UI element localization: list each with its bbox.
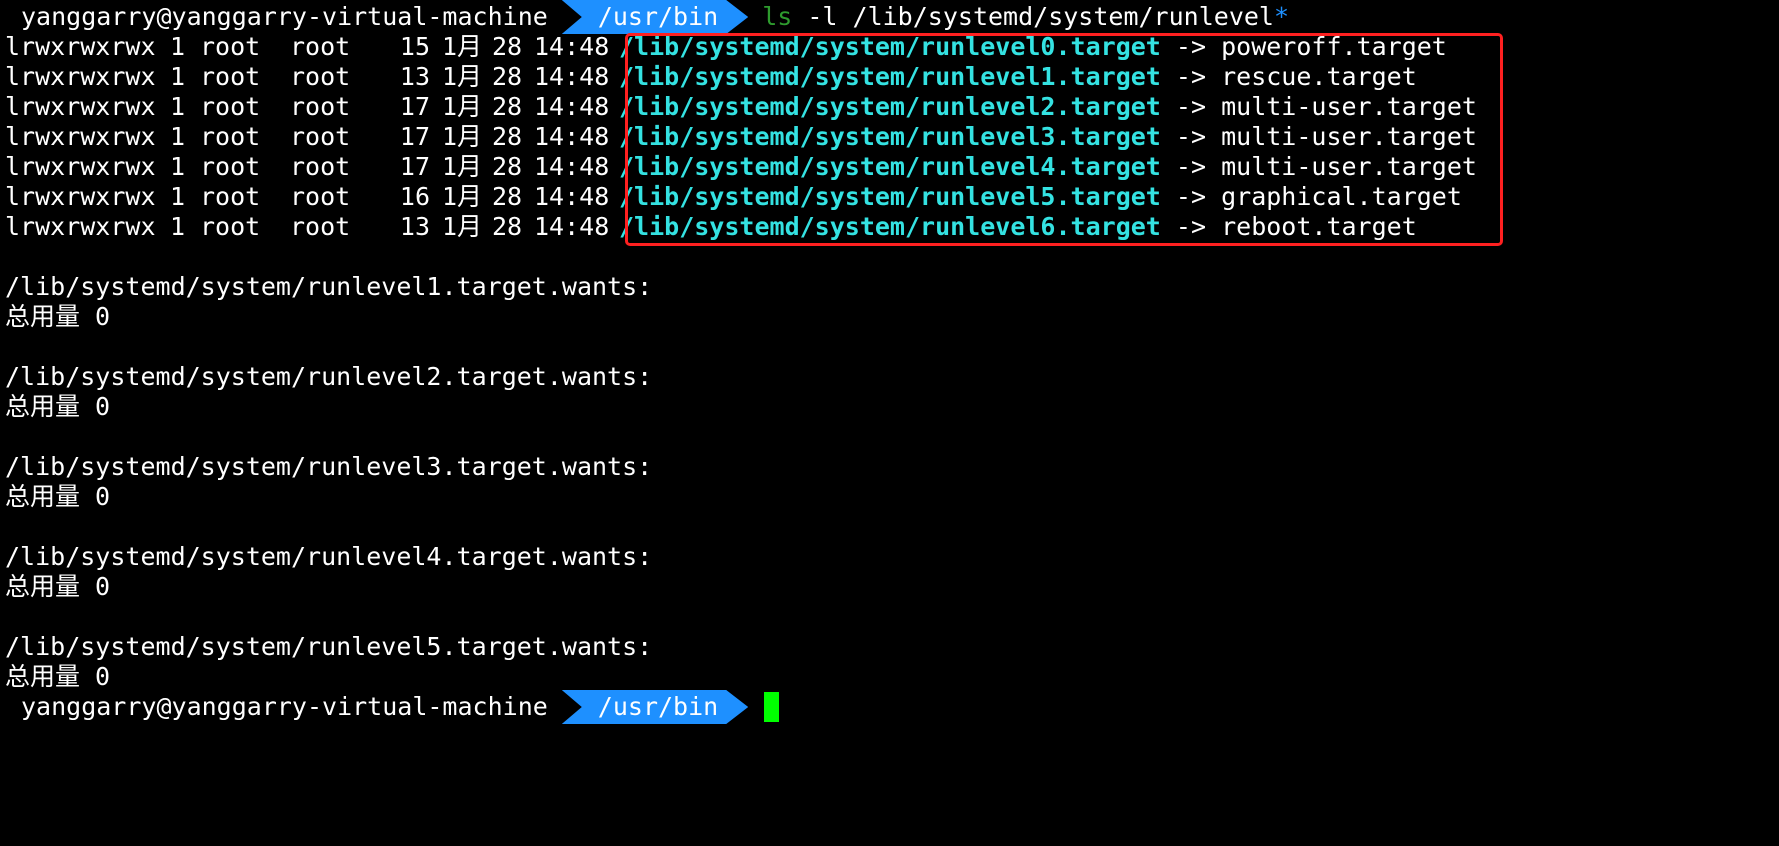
wants-dir-header: /lib/systemd/system/runlevel1.target.wan… bbox=[5, 272, 653, 301]
wants-dir-total: 总用量 0 bbox=[5, 572, 111, 601]
listing-field: 14:48 bbox=[534, 92, 610, 121]
listing-field: root bbox=[200, 122, 261, 151]
listing-field: 14:48 bbox=[534, 32, 610, 61]
listing-field: root bbox=[290, 212, 351, 241]
listing-field: 1月 bbox=[442, 182, 483, 211]
listing-field: 13 bbox=[399, 212, 430, 241]
wants-dir-total: 总用量 0 bbox=[5, 302, 111, 331]
listing-field: root bbox=[290, 122, 351, 151]
listing-field: 14:48 bbox=[534, 182, 610, 211]
wants-dir-total: 总用量 0 bbox=[5, 662, 111, 691]
listing-field: 14:48 bbox=[534, 62, 610, 91]
listing-field: root bbox=[200, 212, 261, 241]
listing-field: 1月 bbox=[442, 212, 483, 241]
listing-field: lrwxrwxrwx bbox=[5, 182, 156, 211]
listing-field: 1月 bbox=[442, 152, 483, 181]
listing-field: 17 bbox=[399, 92, 430, 121]
prompt-user-host: yanggarry@yanggarry-virtual-machine bbox=[21, 692, 548, 721]
listing-field: 14:48 bbox=[534, 212, 610, 241]
listing-field: 28 bbox=[492, 62, 523, 91]
listing-field: 17 bbox=[399, 122, 430, 151]
listing-field: root bbox=[200, 92, 261, 121]
listing-field: 15 bbox=[399, 32, 430, 61]
command-args: -l /lib/systemd/system/runlevel bbox=[792, 2, 1274, 31]
listing-field: root bbox=[290, 152, 351, 181]
terminal-cursor[interactable] bbox=[764, 692, 780, 722]
prompt-cwd-segment: /usr/bin bbox=[562, 690, 748, 724]
wants-dir-total: 总用量 0 bbox=[5, 392, 111, 421]
listing-field: 1月 bbox=[442, 122, 483, 151]
listing-field: 1 bbox=[170, 62, 186, 91]
listing-field: root bbox=[200, 182, 261, 211]
listing-field: root bbox=[200, 62, 261, 91]
prompt-line[interactable]: yanggarry@yanggarry-virtual-machine /usr… bbox=[0, 690, 780, 724]
listing-field: 1 bbox=[170, 32, 186, 61]
prompt-cwd-segment: /usr/bin bbox=[562, 0, 748, 34]
listing-field: lrwxrwxrwx bbox=[5, 92, 156, 121]
command-text: ls -l /lib/systemd/system/runlevel* bbox=[762, 0, 1289, 34]
command-program: ls bbox=[762, 2, 793, 31]
terminal-window[interactable]: { "prompt": { "user_host": "yanggarry@ya… bbox=[0, 0, 1779, 846]
listing-field: 1月 bbox=[442, 92, 483, 121]
listing-field: lrwxrwxrwx bbox=[5, 122, 156, 151]
listing-field: 1 bbox=[170, 122, 186, 151]
wants-dir-header: /lib/systemd/system/runlevel5.target.wan… bbox=[5, 632, 653, 661]
listing-field: 1 bbox=[170, 92, 186, 121]
listing-field: 1月 bbox=[442, 32, 483, 61]
listing-field: 1 bbox=[170, 152, 186, 181]
wants-dir-header: /lib/systemd/system/runlevel3.target.wan… bbox=[5, 452, 653, 481]
listing-field: 28 bbox=[492, 122, 523, 151]
listing-field: 28 bbox=[492, 182, 523, 211]
listing-field: 14:48 bbox=[534, 122, 610, 151]
listing-field: 17 bbox=[399, 152, 430, 181]
listing-field: root bbox=[200, 32, 261, 61]
listing-field: root bbox=[290, 32, 351, 61]
listing-field: 13 bbox=[399, 62, 430, 91]
wants-dir-header: /lib/systemd/system/runlevel4.target.wan… bbox=[5, 542, 653, 571]
listing-field: lrwxrwxrwx bbox=[5, 152, 156, 181]
listing-field: 1 bbox=[170, 182, 186, 211]
listing-field: 16 bbox=[399, 182, 430, 211]
listing-field: 28 bbox=[492, 212, 523, 241]
listing-field: 1 bbox=[170, 212, 186, 241]
listing-field: lrwxrwxrwx bbox=[5, 32, 156, 61]
listing-field: root bbox=[290, 182, 351, 211]
prompt-user-host: yanggarry@yanggarry-virtual-machine bbox=[21, 2, 548, 31]
listing-field: root bbox=[200, 152, 261, 181]
listing-field: lrwxrwxrwx bbox=[5, 62, 156, 91]
wants-dir-total: 总用量 0 bbox=[5, 482, 111, 511]
highlight-box bbox=[625, 33, 1503, 246]
listing-field: root bbox=[290, 62, 351, 91]
listing-field: lrwxrwxrwx bbox=[5, 212, 156, 241]
wants-dir-header: /lib/systemd/system/runlevel2.target.wan… bbox=[5, 362, 653, 391]
listing-field: 28 bbox=[492, 32, 523, 61]
listing-field: root bbox=[290, 92, 351, 121]
listing-field: 1月 bbox=[442, 62, 483, 91]
prompt-line: yanggarry@yanggarry-virtual-machine /usr… bbox=[0, 0, 1289, 34]
listing-field: 14:48 bbox=[534, 152, 610, 181]
command-glob: * bbox=[1273, 2, 1290, 31]
listing-field: 28 bbox=[492, 92, 523, 121]
listing-field: 28 bbox=[492, 152, 523, 181]
